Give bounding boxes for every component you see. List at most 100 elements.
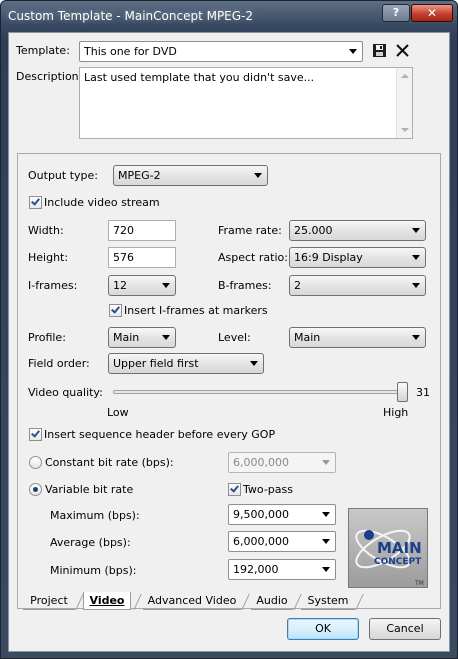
description-textarea[interactable]: Last used template that you didn't save.… [79, 67, 413, 139]
aspect-ratio-label: Aspect ratio: [218, 251, 288, 264]
b-frames-combobox[interactable]: 2 [289, 275, 426, 296]
output-type-value: MPEG-2 [118, 169, 161, 182]
dialog-window: Custom Template - MainConcept MPEG-2 ? ✕… [0, 0, 458, 659]
aspect-ratio-value: 16:9 Display [294, 251, 363, 264]
insert-iframes-label[interactable]: Insert I-frames at markers [124, 304, 268, 317]
maximum-label: Maximum (bps): [50, 509, 140, 522]
checkmark-icon [31, 428, 40, 438]
chevron-down-icon[interactable] [412, 255, 420, 260]
vbr-label[interactable]: Variable bit rate [45, 483, 133, 496]
close-window-button[interactable]: ✕ [411, 4, 453, 22]
dialog-client-area: Template: This one for DVD Description: … [8, 32, 450, 652]
template-value: This one for DVD [84, 45, 177, 58]
template-label: Template: [16, 44, 70, 57]
video-quality-slider-track[interactable] [113, 390, 408, 394]
two-pass-checkbox[interactable] [228, 483, 241, 496]
profile-label: Profile: [28, 331, 66, 344]
tab-strip: Project Video Advanced Video Audio Syste… [17, 592, 441, 611]
level-combobox[interactable]: Main [289, 327, 426, 348]
b-frames-label: B-frames: [218, 279, 272, 292]
chevron-down-icon[interactable] [412, 228, 420, 233]
video-quality-slider-thumb[interactable] [397, 382, 408, 402]
checkmark-icon [230, 483, 239, 493]
chevron-down-icon[interactable] [250, 361, 258, 366]
video-quality-value: 31 [416, 386, 430, 399]
description-value: Last used template that you didn't save.… [84, 71, 315, 84]
chevron-down-icon[interactable] [412, 335, 420, 340]
maximum-combobox[interactable]: 9,500,000 [228, 504, 336, 525]
output-type-combobox[interactable]: MPEG-2 [113, 165, 268, 186]
cancel-button[interactable]: Cancel [369, 618, 441, 640]
chevron-down-icon[interactable] [254, 173, 262, 178]
field-order-combobox[interactable]: Upper field first [108, 353, 264, 374]
frame-rate-value: 25.000 [294, 224, 333, 237]
tab-separator [241, 594, 250, 610]
cbr-label[interactable]: Constant bit rate (bps): [45, 456, 174, 469]
height-label: Height: [28, 251, 69, 264]
insert-iframes-checkbox[interactable] [109, 304, 122, 317]
delete-template-icon[interactable] [394, 42, 412, 60]
checkmark-icon [31, 196, 40, 206]
level-value: Main [294, 331, 321, 344]
template-combobox[interactable]: This one for DVD [79, 41, 363, 62]
profile-combobox[interactable]: Main [108, 327, 176, 348]
chevron-down-icon[interactable] [412, 283, 420, 288]
save-template-icon[interactable] [371, 42, 389, 60]
i-frames-value: 12 [113, 279, 127, 292]
profile-value: Main [113, 331, 140, 344]
help-button[interactable]: ? [382, 4, 410, 22]
cbr-combobox[interactable]: 6,000,000 [228, 452, 336, 473]
chevron-down-icon[interactable] [322, 567, 330, 572]
width-label: Width: [28, 224, 64, 237]
output-type-label: Output type: [28, 169, 98, 182]
mainconcept-logo: MAIN CONCEPT TM [348, 508, 428, 588]
minimum-combobox[interactable]: 192,000 [228, 559, 336, 580]
minimum-value: 192,000 [233, 563, 279, 576]
tab-project[interactable]: Project [23, 592, 75, 610]
tab-separator [133, 594, 142, 610]
tab-separator [355, 594, 364, 610]
cbr-radio[interactable] [29, 456, 42, 469]
logo-line2: CONCEPT [374, 557, 422, 567]
frame-rate-label: Frame rate: [218, 224, 282, 237]
chevron-down-icon[interactable] [162, 283, 170, 288]
chevron-down-icon[interactable] [322, 539, 330, 544]
logo-atom-icon: MAIN CONCEPT TM [355, 529, 424, 587]
slider-low-label: Low [107, 406, 129, 419]
width-value: 720 [113, 224, 134, 237]
height-input[interactable]: 576 [108, 247, 176, 268]
vbr-radio[interactable] [29, 483, 42, 496]
scroll-up-icon[interactable] [401, 74, 409, 78]
scroll-down-icon[interactable] [401, 128, 409, 132]
include-video-label[interactable]: Include video stream [44, 196, 160, 209]
title-bar[interactable]: Custom Template - MainConcept MPEG-2 ? ✕ [1, 1, 457, 33]
maximum-value: 9,500,000 [233, 508, 289, 521]
ok-button[interactable]: OK [287, 618, 359, 640]
width-input[interactable]: 720 [108, 220, 176, 241]
slider-high-label: High [383, 406, 409, 419]
description-scrollbar[interactable] [396, 68, 412, 138]
chevron-down-icon[interactable] [349, 49, 357, 54]
frame-rate-combobox[interactable]: 25.000 [289, 220, 426, 241]
window-title: Custom Template - MainConcept MPEG-2 [8, 9, 254, 23]
average-label: Average (bps): [50, 536, 131, 549]
height-value: 576 [113, 251, 134, 264]
average-combobox[interactable]: 6,000,000 [228, 531, 336, 552]
i-frames-combobox[interactable]: 12 [108, 275, 176, 296]
i-frames-label: I-frames: [28, 279, 78, 292]
include-video-checkbox[interactable] [29, 196, 42, 209]
field-order-value: Upper field first [113, 357, 199, 370]
checkmark-icon [111, 304, 120, 314]
insert-seq-header-label[interactable]: Insert sequence header before every GOP [44, 428, 275, 441]
chevron-down-icon[interactable] [162, 335, 170, 340]
tab-system[interactable]: System [301, 592, 355, 610]
two-pass-label[interactable]: Two-pass [243, 483, 293, 496]
chevron-down-icon[interactable] [322, 512, 330, 517]
insert-seq-header-checkbox[interactable] [29, 428, 42, 441]
chevron-down-icon[interactable] [322, 460, 330, 465]
tab-advanced-video[interactable]: Advanced Video [143, 592, 241, 610]
aspect-ratio-combobox[interactable]: 16:9 Display [289, 247, 426, 268]
tab-video[interactable]: Video [83, 592, 131, 610]
description-label: Description: [16, 70, 83, 83]
tab-audio[interactable]: Audio [251, 592, 293, 610]
